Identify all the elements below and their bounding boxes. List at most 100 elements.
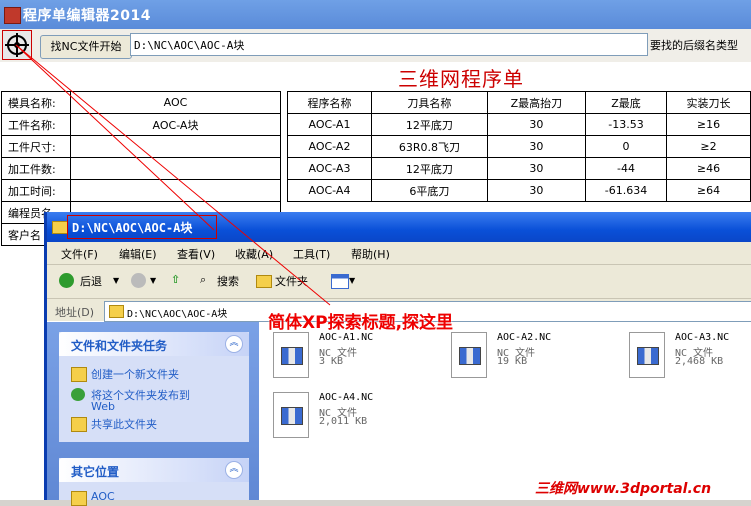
tool-cell[interactable]: ≥16 <box>666 113 751 136</box>
file-item[interactable]: AOC-A2.NC NC 文件 19 KB <box>451 332 621 392</box>
explorer-window: D:\NC\AOC\AOC-A块 文件(F) 编辑(E) 查看(V) 收藏(A)… <box>44 212 751 506</box>
up-folder-icon[interactable]: ⇧ <box>171 273 180 286</box>
folder-icon <box>109 305 124 318</box>
tool-header: 实装刀长 <box>666 91 751 114</box>
file-tasks-header[interactable]: 文件和文件夹任务 ︽ <box>59 332 249 356</box>
tool-cell[interactable]: 12平底刀 <box>370 157 488 180</box>
info-row: 加工时间: <box>1 179 281 202</box>
title-highlight-box <box>67 215 217 239</box>
file-name: AOC-A2.NC <box>497 332 552 343</box>
other-places-panel: 其它位置 ︽ AOC <box>59 458 249 506</box>
tool-cell[interactable]: AOC-A2 <box>287 135 372 158</box>
file-size: 2,468 KB <box>675 356 724 367</box>
back-button[interactable]: 后退 <box>80 273 102 289</box>
file-tasks-title: 文件和文件夹任务 <box>71 339 168 353</box>
tool-cell[interactable]: ≥64 <box>666 179 751 202</box>
nc-file-icon <box>451 332 487 378</box>
tool-cell[interactable]: -61.634 <box>584 179 668 202</box>
tool-cell[interactable]: 12平底刀 <box>370 113 488 136</box>
folders-icon[interactable] <box>256 275 272 288</box>
info-row: 模具名称: AOC <box>1 91 281 114</box>
share-folder-icon <box>71 417 87 432</box>
info-value[interactable] <box>70 157 281 180</box>
menu-favorites[interactable]: 收藏(A) <box>235 246 273 262</box>
menu-edit[interactable]: 编辑(E) <box>119 246 157 262</box>
path-input[interactable]: D:\NC\AOC\AOC-A块 <box>130 33 648 56</box>
collapse-chevron-icon[interactable]: ︽ <box>225 461 243 479</box>
forward-dropdown-icon[interactable]: ▼ <box>150 276 156 285</box>
tool-cell[interactable]: 30 <box>486 179 586 202</box>
tool-cell[interactable]: ≥46 <box>666 157 751 180</box>
info-row: 加工件数: <box>1 157 281 180</box>
menu-help[interactable]: 帮助(H) <box>351 246 390 262</box>
views-icon[interactable] <box>331 274 349 289</box>
find-nc-button[interactable]: 找NC文件开始 <box>40 35 132 59</box>
info-label: 模具名称: <box>1 91 71 114</box>
tool-row: AOC-A1 12平底刀 30 -13.53 ≥16 <box>287 113 751 136</box>
info-row: 工件尺寸: <box>1 135 281 158</box>
info-value[interactable]: AOC-A块 <box>70 113 281 136</box>
menu-view[interactable]: 查看(V) <box>177 246 215 262</box>
info-row: 工件名称: AOC-A块 <box>1 113 281 136</box>
app-title: 程序单编辑器2014 <box>23 8 151 24</box>
other-places-header[interactable]: 其它位置 ︽ <box>59 458 249 482</box>
menu-tools[interactable]: 工具(T) <box>293 246 330 262</box>
menu-file[interactable]: 文件(F) <box>61 246 98 262</box>
file-size: 3 KB <box>319 356 344 367</box>
back-dropdown-icon[interactable]: ▼ <box>113 276 119 285</box>
folder-icon <box>52 221 68 234</box>
tool-cell[interactable]: AOC-A3 <box>287 157 372 180</box>
info-label: 工件尺寸: <box>1 135 71 158</box>
new-folder-icon <box>71 367 87 382</box>
globe-icon <box>71 388 85 401</box>
file-name: AOC-A4.NC <box>319 392 374 403</box>
tool-header: 程序名称 <box>287 91 372 114</box>
tool-row: AOC-A2 63R0.8飞刀 30 0 ≥2 <box>287 135 751 158</box>
file-name: AOC-A1.NC <box>319 332 374 343</box>
search-icon[interactable]: ⌕ <box>200 273 206 287</box>
file-size: 19 KB <box>497 356 528 367</box>
info-value[interactable] <box>70 179 281 202</box>
task-label: Web <box>91 400 115 413</box>
tool-cell[interactable]: AOC-A1 <box>287 113 372 136</box>
info-value[interactable] <box>70 135 281 158</box>
tool-cell[interactable]: -44 <box>584 157 668 180</box>
tool-cell[interactable]: 0 <box>584 135 668 158</box>
file-item[interactable]: AOC-A3.NC NC 文件 2,468 KB <box>629 332 751 392</box>
tool-cell[interactable]: 6平底刀 <box>370 179 488 202</box>
nc-file-icon <box>629 332 665 378</box>
search-button[interactable]: 搜索 <box>217 273 239 289</box>
sheet-title: 三维网程序单 <box>398 67 524 91</box>
tool-cell[interactable]: AOC-A4 <box>287 179 372 202</box>
file-tasks-panel: 文件和文件夹任务 ︽ 创建一个新文件夹 将这个文件夹发布到 Web 共享此文件夹 <box>59 332 249 442</box>
file-item[interactable]: AOC-A4.NC NC 文件 2,011 KB <box>273 392 443 452</box>
info-value[interactable]: AOC <box>70 91 281 114</box>
forward-arrow-icon[interactable] <box>131 273 146 288</box>
tool-cell[interactable]: 30 <box>486 113 586 136</box>
file-item[interactable]: AOC-A1.NC NC 文件 3 KB <box>273 332 443 392</box>
tool-cell[interactable]: 63R0.8飞刀 <box>370 135 488 158</box>
views-dropdown-icon[interactable]: ▼ <box>349 276 355 285</box>
file-size: 2,011 KB <box>319 416 368 427</box>
task-pane: 文件和文件夹任务 ︽ 创建一个新文件夹 将这个文件夹发布到 Web 共享此文件夹… <box>47 322 259 506</box>
file-list: AOC-A1.NC NC 文件 3 KB AOC-A2.NC NC 文件 19 … <box>259 322 751 500</box>
folders-button[interactable]: 文件夹 <box>275 273 308 289</box>
tool-cell[interactable]: -13.53 <box>584 113 668 136</box>
address-label: 地址(D) <box>55 306 95 319</box>
folder-icon <box>71 491 87 506</box>
file-name: AOC-A3.NC <box>675 332 730 343</box>
tool-row: AOC-A4 6平底刀 30 -61.634 ≥64 <box>287 179 751 202</box>
crosshair-target-button[interactable] <box>2 30 32 60</box>
explorer-buttonbar: 后退 ▼ ▼ ⇧ ⌕ 搜索 文件夹 ▼ <box>47 265 751 299</box>
explorer-menubar: 文件(F) 编辑(E) 查看(V) 收藏(A) 工具(T) 帮助(H) <box>47 242 751 265</box>
crosshair-icon <box>5 33 29 57</box>
back-arrow-icon[interactable] <box>59 273 74 288</box>
tool-cell[interactable]: ≥2 <box>666 135 751 158</box>
tool-cell[interactable]: 30 <box>486 135 586 158</box>
app-logo-icon <box>4 7 21 24</box>
nc-file-icon <box>273 392 309 438</box>
tool-cell[interactable]: 30 <box>486 157 586 180</box>
info-label: 加工件数: <box>1 157 71 180</box>
other-place-label: AOC <box>91 490 115 503</box>
collapse-chevron-icon[interactable]: ︽ <box>225 335 243 353</box>
